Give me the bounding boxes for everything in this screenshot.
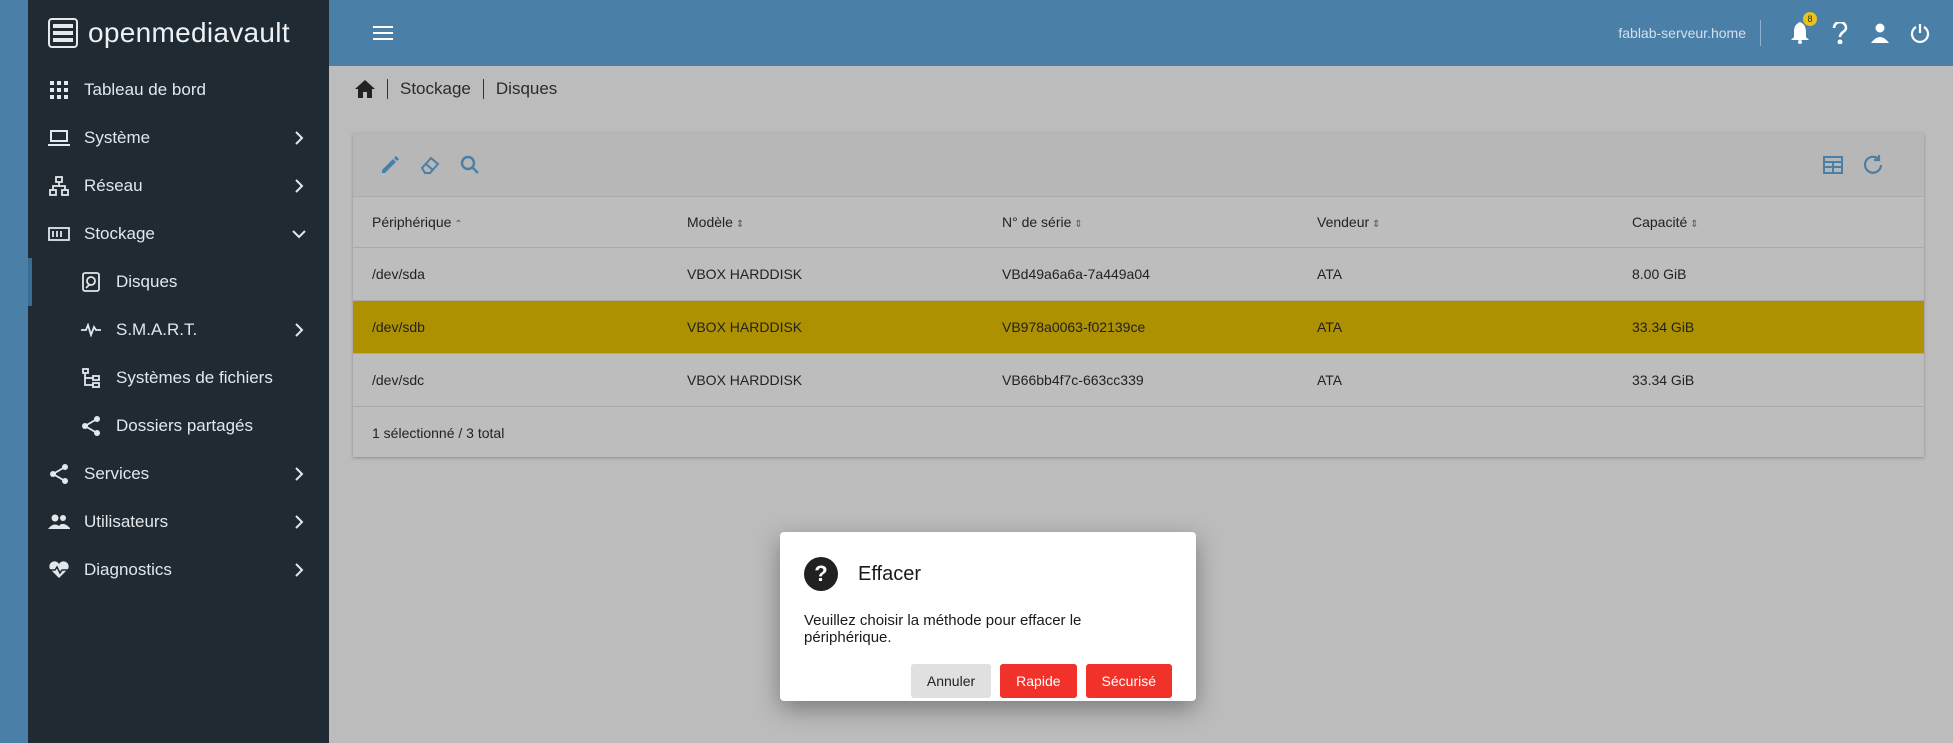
chevron-right-icon [295, 179, 304, 193]
help-button[interactable] [1827, 20, 1853, 46]
eraser-icon [420, 156, 440, 174]
chevron-right-icon [295, 323, 304, 337]
wipe-button[interactable] [417, 152, 443, 178]
sidebar-item-diagnostics[interactable]: Diagnostics [28, 546, 329, 594]
sort-icon: ⇕ [1372, 218, 1381, 230]
hostname: fablab-serveur.home [1618, 25, 1746, 41]
sidebar-item-label: Systèmes de fichiers [116, 368, 273, 387]
column-header-vendor[interactable]: Vendeur ⇕ [1298, 197, 1613, 248]
sidebar-item-label: Diagnostics [84, 560, 172, 579]
sidebar: openmediavault Tableau de bord Système R… [28, 0, 329, 743]
sidebar-item-disks[interactable]: Disques [28, 258, 329, 306]
dialog-title: Effacer [858, 562, 921, 585]
chevron-right-icon [295, 563, 304, 577]
sidebar-item-storage[interactable]: Stockage [28, 210, 329, 258]
storage-icon [48, 223, 70, 245]
sort-icon: ⇕ [1690, 218, 1699, 230]
sidebar-item-shared-folders[interactable]: Dossiers partagés [28, 402, 329, 450]
network-icon [48, 175, 70, 197]
disks-card: Périphérique ⌃ Modèle ⇕ N° de série ⇕ Vende… [353, 133, 1924, 457]
power-icon [1910, 24, 1930, 43]
table-row[interactable]: /dev/sda VBOX HARDDISK VBd49a6a6a-7a449a… [353, 247, 1924, 301]
notifications-button[interactable]: 8 [1787, 12, 1817, 46]
sidebar-item-label: Disques [116, 272, 178, 291]
chevron-right-icon [295, 515, 304, 529]
sort-icon: ⇕ [1074, 218, 1083, 230]
disks-table: Périphérique ⌃ Modèle ⇕ N° de série ⇕ Vende… [353, 197, 1924, 407]
menu-icon[interactable] [373, 20, 399, 46]
sidebar-item-users[interactable]: Utilisateurs [28, 498, 329, 546]
sidebar-item-services[interactable]: Services [28, 450, 329, 498]
chevron-right-icon [295, 467, 304, 481]
sidebar-item-label: Tableau de bord [84, 80, 206, 99]
sidebar-item-network[interactable]: Réseau [28, 162, 329, 210]
quick-wipe-button[interactable]: Rapide [1000, 664, 1077, 698]
sort-icon: ⇕ [735, 218, 745, 230]
search-icon [460, 155, 479, 174]
breadcrumb-disks: Disques [495, 79, 558, 98]
search-button[interactable] [457, 152, 483, 178]
sort-asc-icon: ⌃ [454, 218, 463, 230]
user-icon [1871, 23, 1889, 43]
table-toolbar [353, 133, 1924, 197]
share-icon [48, 463, 70, 485]
grid-icon [48, 79, 70, 101]
share-icon [80, 415, 102, 437]
dialog-header: ? Effacer [804, 556, 1172, 592]
pencil-icon [382, 155, 399, 173]
cancel-button[interactable]: Annuler [910, 664, 992, 698]
sidebar-item-system[interactable]: Système [28, 114, 329, 162]
disk-icon [80, 271, 102, 293]
brand-name: openmediavault [88, 17, 290, 48]
breadcrumb: Stockage Disques [355, 76, 557, 102]
sidebar-item-label: Services [84, 464, 150, 483]
chevron-right-icon [295, 131, 304, 145]
sidebar-item-smart[interactable]: S.M.A.R.T. [28, 306, 329, 354]
table-footer: 1 sélectionné / 3 total [372, 424, 505, 441]
notification-badge: 8 [1803, 12, 1817, 26]
chevron-down-icon [292, 230, 306, 239]
sidebar-item-label: Système [84, 128, 151, 147]
dialog-message: Veuillez choisir la méthode pour effacer… [804, 612, 1082, 646]
sidebar-item-label: Réseau [84, 176, 143, 195]
users-icon [48, 511, 70, 533]
breadcrumb-storage[interactable]: Stockage [400, 79, 471, 99]
sidebar-nav: Tableau de bord Système Réseau Stockage [28, 66, 329, 594]
secure-wipe-button[interactable]: Sécurisé [1085, 664, 1172, 698]
table-header-row: Périphérique ⌃ Modèle ⇕ N° de série ⇕ Vende… [353, 197, 1924, 248]
sidebar-item-filesystems[interactable]: Systèmes de fichiers [28, 354, 329, 402]
table-row[interactable]: /dev/sdc VBOX HARDDISK VB66bb4f7c-663cc3… [353, 353, 1924, 407]
edit-button[interactable] [377, 152, 403, 178]
wipe-dialog: ? Effacer Veuillez choisir la méthode po… [780, 532, 1196, 701]
brand[interactable]: openmediavault [28, 0, 329, 66]
column-header-serial[interactable]: N° de série ⇕ [983, 197, 1298, 248]
question-icon [1832, 22, 1848, 44]
power-button[interactable] [1907, 20, 1933, 46]
sidebar-item-label: Utilisateurs [84, 512, 169, 531]
refresh-icon [1863, 154, 1883, 174]
column-header-capacity[interactable]: Capacité ⇕ [1613, 197, 1924, 248]
sidebar-item-label: Dossiers partagés [116, 416, 254, 435]
columns-button[interactable] [1820, 152, 1846, 178]
sidebar-item-label: S.M.A.R.T. [116, 320, 198, 339]
table-row-selected[interactable]: /dev/sdb VBOX HARDDISK VB978a0063-f02139… [353, 300, 1924, 354]
column-header-device[interactable]: Périphérique ⌃ [353, 197, 668, 248]
refresh-button[interactable] [1860, 152, 1886, 178]
home-icon[interactable] [355, 80, 375, 98]
sidebar-item-label: Stockage [84, 224, 155, 243]
sidebar-item-dashboard[interactable]: Tableau de bord [28, 66, 329, 114]
file-tree-icon [80, 367, 102, 389]
dialog-actions: Annuler Rapide Sécurisé [804, 664, 1172, 698]
column-header-model[interactable]: Modèle ⇕ [668, 197, 983, 248]
pulse-icon [80, 319, 102, 341]
topbar: fablab-serveur.home 8 [329, 0, 1953, 66]
heart-pulse-icon [48, 559, 70, 581]
question-circle-icon: ? [804, 557, 838, 591]
user-button[interactable] [1867, 20, 1893, 46]
omv-logo-icon [48, 18, 78, 48]
table-icon [1823, 155, 1843, 174]
laptop-icon [48, 127, 70, 149]
